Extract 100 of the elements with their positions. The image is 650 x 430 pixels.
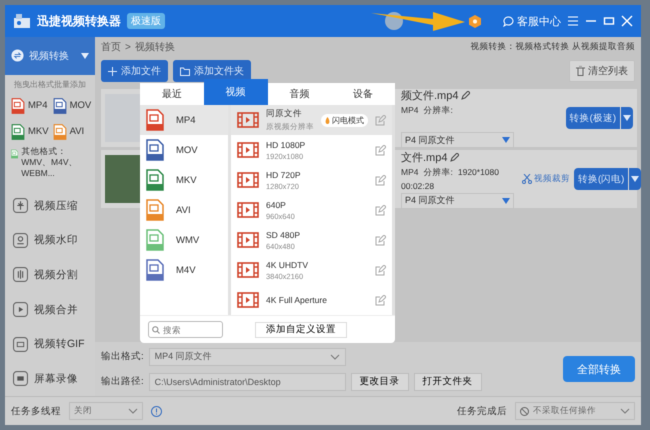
compress-icon [13, 198, 28, 214]
edition-badge: 极速版 [127, 13, 165, 29]
sidebar-item[interactable]: 视频压缩 [5, 188, 95, 224]
resolution-label: 分辨率: [423, 166, 453, 178]
preset-title: HD 720P [266, 170, 302, 180]
film-icon [237, 112, 259, 128]
clear-list-button[interactable]: 清空列表 [569, 60, 635, 82]
multithread-label: 任务多线程 [11, 404, 61, 418]
trim-link[interactable]: 视频裁剪 [522, 173, 570, 185]
after-task-dropdown[interactable]: 不采取任何操作 [515, 402, 635, 420]
video-thumbnail-placeholder [105, 94, 141, 142]
format-shortcut[interactable]: AVI [52, 124, 92, 140]
preset-title: 640P [266, 200, 287, 210]
chat-icon [503, 16, 514, 26]
edit-icon[interactable] [375, 264, 386, 276]
ban-icon [520, 406, 529, 416]
output-preset-dropdown[interactable]: P4 同原文件 [401, 192, 514, 208]
convert-options-button[interactable] [621, 107, 633, 129]
resolution-label: 分辨率: [423, 105, 453, 117]
format-list-item[interactable]: MKV [140, 165, 228, 195]
multithread-dropdown[interactable]: 关闭 [69, 402, 143, 420]
close-icon[interactable] [621, 15, 633, 27]
plus-icon [108, 66, 117, 76]
merge-icon [13, 302, 28, 318]
sidebar-item[interactable]: 视频合并 [5, 292, 95, 327]
support-link[interactable]: 客服中心 [503, 14, 561, 28]
info-icon[interactable] [151, 406, 162, 416]
film-icon [237, 142, 259, 158]
caret-icon [81, 52, 89, 59]
breadcrumb-link[interactable]: 首页 [101, 40, 121, 54]
edit-icon[interactable] [375, 234, 386, 246]
add-folder-button[interactable]: 添加文件夹 [173, 60, 251, 82]
search-field[interactable]: 搜索 [148, 321, 223, 338]
vip-icon[interactable] [469, 14, 481, 28]
output-format-dropdown[interactable]: MP4 同原文件 [148, 348, 346, 366]
chevron-down-icon [330, 354, 340, 360]
convert-button[interactable]: 转换(极速) [566, 107, 620, 129]
preset-item[interactable]: 4K Full Aperture [231, 285, 392, 315]
pencil-icon[interactable] [461, 91, 470, 100]
add-custom-button[interactable]: 添加自定义设置 [255, 322, 347, 338]
flame-icon [325, 116, 330, 124]
edit-icon[interactable] [375, 294, 386, 306]
sidebar-item[interactable]: 视频水印 [5, 223, 95, 258]
film-icon [237, 292, 259, 308]
file-format-icon [52, 124, 67, 140]
format-shortcut[interactable]: MOV [52, 98, 92, 114]
format-list-item[interactable]: MOV [140, 135, 228, 165]
output-path-field[interactable]: C:\Users\Administrator\Desktop [148, 372, 346, 390]
sidebar-item[interactable]: 视频分割 [5, 258, 95, 292]
chevron-down-icon [620, 408, 630, 414]
menu-icon[interactable] [567, 16, 579, 26]
chevron-down-icon [128, 408, 138, 414]
sidebar-item[interactable]: 视频转GIF [5, 326, 95, 362]
preset-title: SD 480P [266, 230, 302, 240]
add-file-button[interactable]: 添加文件 [101, 60, 168, 82]
output-path-label: 输出路径: [101, 375, 144, 388]
edit-icon[interactable] [375, 204, 386, 216]
file-format-icon [52, 98, 67, 114]
format-shortcut[interactable]: MKV [11, 124, 49, 140]
watermark-icon [13, 232, 28, 248]
pencil-icon[interactable] [450, 152, 460, 162]
format-list-item[interactable]: WMV [140, 225, 228, 255]
film-icon [237, 232, 259, 248]
edit-icon[interactable] [375, 174, 386, 186]
file-format-icon [146, 259, 164, 281]
format-list-item[interactable]: M4V [140, 255, 228, 285]
other-formats[interactable]: 其他格式：WMV、M4V、WEBM... [21, 146, 91, 179]
open-folder-button[interactable]: 打开文件夹 [414, 372, 482, 390]
flash-mode-badge: 闪电模式 [321, 114, 368, 126]
format-tab[interactable]: 视频 [204, 79, 268, 105]
preset-title: 同原文件 [266, 108, 303, 120]
caret-icon [502, 198, 510, 204]
folder-icon [180, 66, 190, 76]
after-task-label: 任务完成后 [457, 404, 507, 418]
caret-icon [631, 176, 640, 182]
convert-button[interactable]: 转换(闪电) [574, 168, 628, 190]
file-format-icon [146, 139, 164, 161]
maximize-icon[interactable] [603, 16, 615, 26]
file-format-icon [11, 98, 25, 114]
convert-options-button[interactable] [629, 168, 642, 190]
sidebar-item[interactable]: 屏幕录像 [5, 361, 95, 396]
film-icon [237, 172, 259, 188]
page-description: 视频转换：视频格式转换 从视频提取音频 [470, 41, 635, 53]
output-preset-dropdown[interactable]: P4 同原文件 [401, 132, 514, 148]
breadcrumb-current: 视频转换 [134, 40, 175, 54]
convert-all-button[interactable]: 全部转换 [563, 356, 635, 382]
preset-title: HD 1080P [266, 140, 306, 150]
file-format-icon [11, 124, 25, 140]
duration: 00:02:28 [401, 180, 436, 190]
sidebar-item[interactable]: 视频转换 [5, 37, 95, 75]
format-shortcut[interactable]: MP4 [11, 98, 49, 114]
edit-icon[interactable] [375, 144, 386, 156]
format-list-item[interactable]: AVI [140, 195, 228, 225]
format-list-item[interactable]: MP4 [140, 105, 228, 135]
change-directory-button[interactable]: 更改目录 [350, 372, 409, 390]
trash-icon [576, 66, 585, 76]
caret-icon [502, 137, 510, 143]
resolution-value: 1920*1080 [458, 166, 499, 178]
file-format-icon [146, 109, 164, 131]
file-name: 文件.mp4 [401, 150, 448, 164]
